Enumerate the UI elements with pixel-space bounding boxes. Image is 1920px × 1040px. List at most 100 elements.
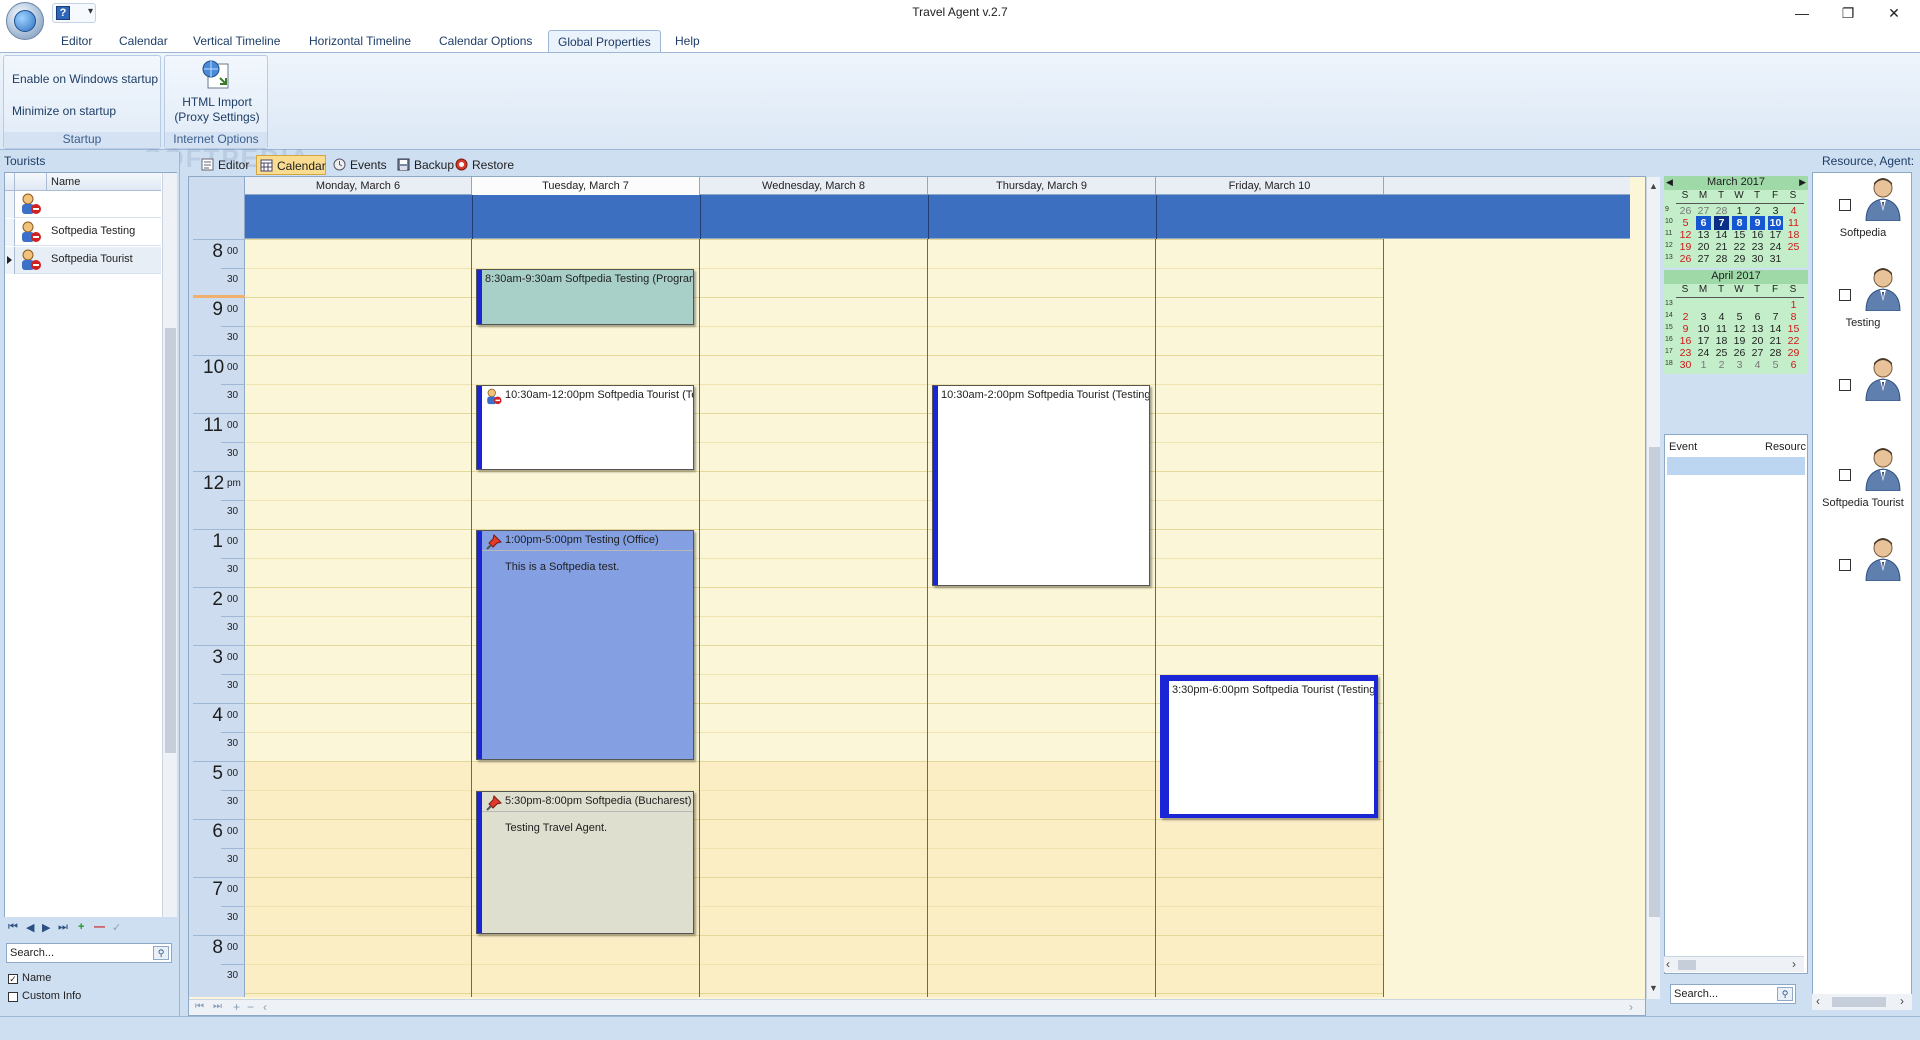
toolbar-restore-button[interactable]: Restore xyxy=(452,155,514,175)
scroll-left-icon[interactable]: ‹ xyxy=(1666,957,1670,971)
calendar-event[interactable]: 10:30am-12:00pm Softpedia Tourist (Testi… xyxy=(476,385,694,470)
calendar-grid[interactable]: 8:30am-9:30am Softpedia Testing (Program… xyxy=(245,239,1630,997)
mini-day[interactable]: 3 xyxy=(1732,358,1747,372)
mini-day[interactable]: 28 xyxy=(1714,252,1729,266)
scroll-right-icon[interactable]: › xyxy=(1792,957,1796,971)
nav-last-icon[interactable]: ⏭ xyxy=(213,1001,222,1012)
minimize-button[interactable]: — xyxy=(1782,2,1822,24)
tab-calendar-options[interactable]: Calendar Options xyxy=(430,30,541,52)
column-header-name[interactable]: Name xyxy=(51,176,80,188)
day-header[interactable]: Thursday, March 9 xyxy=(928,177,1156,195)
scrollbar-thumb[interactable] xyxy=(165,328,176,753)
html-import-button[interactable]: HTML Import (Proxy Settings) xyxy=(165,58,269,134)
day-header[interactable]: Tuesday, March 7 xyxy=(472,177,700,195)
day-column[interactable] xyxy=(1156,239,1384,997)
mini-day[interactable]: 29 xyxy=(1732,252,1747,266)
mini-day[interactable]: 1 xyxy=(1696,358,1711,372)
event-search-input[interactable]: Search... ⚲ xyxy=(1670,984,1796,1004)
mini-day[interactable]: 30 xyxy=(1750,252,1765,266)
resource-checkbox[interactable] xyxy=(1839,559,1851,571)
mini-day[interactable]: 26 xyxy=(1678,252,1693,266)
calendar-event[interactable]: 1:00pm-5:00pm Testing (Office) This is a … xyxy=(476,530,694,760)
resource-item[interactable]: Softpedia xyxy=(1813,173,1913,263)
resource-item[interactable]: Softpedia Tourist xyxy=(1813,443,1913,533)
tab-horizontal-timeline[interactable]: Horizontal Timeline xyxy=(300,30,420,52)
close-button[interactable]: ✕ xyxy=(1874,2,1914,24)
toolbar-editor-button[interactable]: Editor xyxy=(198,155,249,175)
row-selector[interactable] xyxy=(5,219,15,246)
day-column[interactable] xyxy=(245,239,472,997)
mini-day[interactable]: 4 xyxy=(1750,358,1765,372)
calendar-event[interactable]: 5:30pm-8:00pm Softpedia (Bucharest) Testi… xyxy=(476,791,694,934)
mini-day[interactable]: 2 xyxy=(1714,358,1729,372)
mini-day[interactable]: 27 xyxy=(1696,252,1711,266)
nav-delete-button[interactable]: — xyxy=(94,921,105,933)
remove-icon[interactable]: − xyxy=(247,1000,254,1014)
scroll-right-icon[interactable]: › xyxy=(1900,994,1904,1008)
tourists-search-input[interactable]: Search... ⚲ xyxy=(6,943,172,963)
binoculars-icon[interactable]: ⚲ xyxy=(1777,987,1793,1001)
add-icon[interactable]: + xyxy=(233,1000,240,1014)
day-column[interactable] xyxy=(928,239,1156,997)
scrollbar-thumb[interactable] xyxy=(1678,960,1696,970)
scrollbar-thumb[interactable] xyxy=(1832,997,1886,1007)
event-list-scrollbar[interactable]: ‹ › xyxy=(1664,956,1804,972)
nav-post-button[interactable]: ✓ xyxy=(112,921,121,934)
event-list-row[interactable] xyxy=(1667,457,1805,475)
row-selector[interactable] xyxy=(5,191,15,218)
mini-day[interactable]: 30 xyxy=(1678,358,1693,372)
resource-item[interactable]: Testing xyxy=(1813,263,1913,353)
nav-add-button[interactable]: + xyxy=(78,921,84,933)
day-header[interactable]: Monday, March 6 xyxy=(245,177,472,195)
filter-custom-info-checkbox[interactable] xyxy=(8,992,18,1002)
tab-editor[interactable]: Editor xyxy=(52,30,101,52)
tourist-row[interactable]: Softpedia Testing xyxy=(5,219,161,246)
tab-calendar[interactable]: Calendar xyxy=(110,30,177,52)
scroll-down-icon[interactable]: ▼ xyxy=(1649,983,1658,993)
filter-name-checkbox[interactable]: ✓ xyxy=(8,974,18,984)
enable-windows-startup-button[interactable]: Enable on Windows startup xyxy=(12,72,158,86)
toolbar-backup-button[interactable]: Backup xyxy=(394,155,454,175)
tab-help[interactable]: Help xyxy=(666,30,709,52)
nav-first-icon[interactable]: ⏮ xyxy=(195,1001,204,1012)
calendar-event[interactable]: 10:30am-2:00pm Softpedia Tourist (Testin… xyxy=(932,385,1150,586)
restore-button[interactable]: ❐ xyxy=(1828,2,1868,24)
calendar-event[interactable]: 3:30pm-6:00pm Softpedia Tourist (Testing… xyxy=(1160,675,1378,818)
resource-item[interactable] xyxy=(1813,533,1913,623)
all-day-area[interactable] xyxy=(245,195,1630,239)
prev-month-icon[interactable]: ◀ xyxy=(1666,177,1673,188)
scroll-right-icon[interactable]: › xyxy=(1629,1000,1633,1014)
resource-checkbox[interactable] xyxy=(1839,469,1851,481)
nav-prev-button[interactable]: ◀ xyxy=(26,921,34,934)
mini-day[interactable]: 25 xyxy=(1786,240,1801,254)
day-header[interactable]: Wednesday, March 8 xyxy=(700,177,928,195)
resource-checkbox[interactable] xyxy=(1839,289,1851,301)
mini-day[interactable]: 5 xyxy=(1768,358,1783,372)
mini-day[interactable]: 31 xyxy=(1768,252,1783,266)
event-column-header[interactable]: Event xyxy=(1669,441,1697,453)
calendar-horizontal-scrollbar[interactable]: ⏮ ⏭ + − ‹ › xyxy=(189,999,1645,1015)
calendar-event[interactable]: 8:30am-9:30am Softpedia Testing (Program… xyxy=(476,269,694,325)
scrollbar-thumb[interactable] xyxy=(1649,447,1660,917)
toolbar-events-button[interactable]: Events xyxy=(330,155,387,175)
day-column[interactable] xyxy=(700,239,928,997)
resource-checkbox[interactable] xyxy=(1839,199,1851,211)
resource-checkbox[interactable] xyxy=(1839,379,1851,391)
nav-next-button[interactable]: ▶ xyxy=(42,921,50,934)
row-selector[interactable] xyxy=(5,247,15,274)
scroll-left-icon[interactable]: ‹ xyxy=(263,1000,267,1014)
toolbar-calendar-button[interactable]: Calendar xyxy=(256,155,326,175)
resource-scrollbar[interactable]: ‹ › xyxy=(1812,994,1912,1010)
mini-day[interactable]: 6 xyxy=(1786,358,1801,372)
tab-vertical-timeline[interactable]: Vertical Timeline xyxy=(184,30,289,52)
nav-first-button[interactable]: ⏮ xyxy=(8,921,18,934)
scroll-up-icon[interactable]: ▲ xyxy=(1649,181,1658,191)
day-header[interactable]: Friday, March 10 xyxy=(1156,177,1384,195)
minimize-on-startup-button[interactable]: Minimize on startup xyxy=(12,104,116,118)
app-menu-button[interactable] xyxy=(6,2,44,40)
resource-column-header[interactable]: Resourc xyxy=(1765,441,1806,453)
resource-item[interactable] xyxy=(1813,353,1913,443)
scroll-left-icon[interactable]: ‹ xyxy=(1816,994,1820,1008)
tourists-scrollbar[interactable] xyxy=(162,173,177,917)
next-month-icon[interactable]: ▶ xyxy=(1799,177,1806,188)
